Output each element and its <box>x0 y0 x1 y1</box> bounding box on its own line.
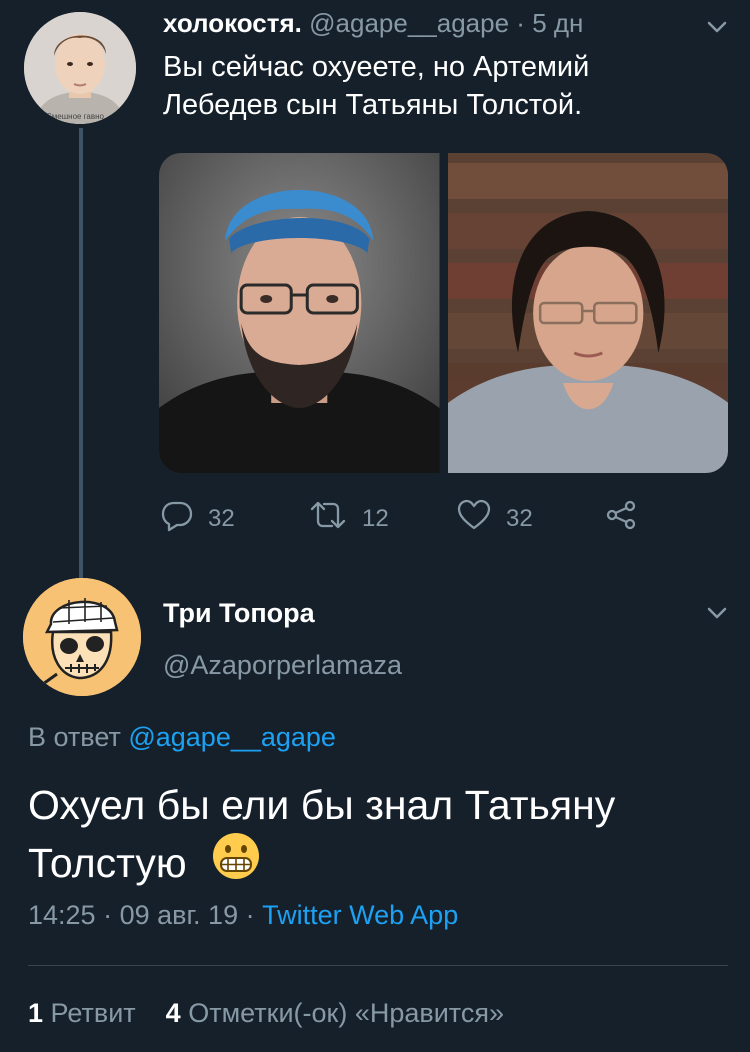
reply-date[interactable]: 09 авг. 19 <box>120 900 238 930</box>
reply-to-handle[interactable]: @agape__agape <box>128 722 336 752</box>
chevron-down-icon[interactable] <box>704 600 730 631</box>
skull-icon <box>23 578 141 696</box>
reply-meta: 14:25 · 09 авг. 19 · Twitter Web App <box>28 900 458 931</box>
retweets-stat[interactable]: 1 Ретвит <box>28 998 136 1028</box>
retweet-label: Ретвит <box>50 998 136 1028</box>
reply-handle[interactable]: @Azaporperlamaza <box>163 650 402 681</box>
reply-time[interactable]: 14:25 <box>28 900 96 930</box>
engagement-stats: 1 Ретвит 4 Отметки(-ок) «Нравится» <box>28 998 504 1029</box>
avatar-caption: Смешное гавно <box>46 112 104 121</box>
replying-to: В ответ @agape__agape <box>28 722 336 753</box>
parent-actions: 32 12 32 <box>160 498 640 538</box>
share-icon <box>604 498 638 539</box>
tweet-media[interactable] <box>159 153 728 473</box>
thread-line <box>79 128 83 586</box>
avatar-photo <box>24 12 136 124</box>
divider <box>28 965 728 966</box>
like-count: 4 <box>165 998 181 1028</box>
like-count: 32 <box>506 504 533 532</box>
retweet-count: 1 <box>28 998 44 1028</box>
parent-tweet-text: Вы сейчас охуеете, но Артемий Лебедев сы… <box>163 51 590 121</box>
retweet-icon <box>308 498 348 539</box>
separator: · <box>245 900 255 930</box>
grimacing-face-icon <box>211 831 261 896</box>
photo-left[interactable] <box>159 153 440 473</box>
parent-display-name[interactable]: холокостя. <box>163 8 302 38</box>
reply-count: 32 <box>208 504 235 532</box>
reply-tweet-text: Охуел бы ели бы знал Татьяну Толстую <box>28 776 728 896</box>
reply-action[interactable]: 32 <box>160 498 235 539</box>
separator: · <box>516 8 525 38</box>
heart-icon <box>456 498 492 539</box>
reply-icon <box>160 498 194 539</box>
parent-header: холокостя. @agape__agape · 5 дн <box>163 8 583 39</box>
chevron-down-icon[interactable] <box>704 14 730 45</box>
retweet-action[interactable]: 12 <box>308 498 389 539</box>
likes-stat[interactable]: 4 Отметки(-ок) «Нравится» <box>166 998 504 1028</box>
separator: · <box>103 900 113 930</box>
like-action[interactable]: 32 <box>456 498 533 539</box>
retweet-count: 12 <box>362 504 389 532</box>
reply-avatar[interactable] <box>23 578 141 696</box>
source-link[interactable]: Twitter Web App <box>262 900 458 930</box>
reply-text-content: Охуел бы ели бы знал Татьяну Толстую <box>28 782 616 886</box>
reply-prefix: В ответ <box>28 722 121 752</box>
parent-time[interactable]: 5 дн <box>532 8 583 38</box>
parent-avatar[interactable]: Смешное гавно <box>24 12 136 124</box>
parent-handle[interactable]: @agape__agape <box>309 8 509 38</box>
share-action[interactable] <box>604 498 638 539</box>
like-label: Отметки(-ок) «Нравится» <box>188 998 505 1028</box>
photo-right[interactable] <box>447 153 728 473</box>
reply-display-name[interactable]: Три Топора <box>163 598 315 629</box>
